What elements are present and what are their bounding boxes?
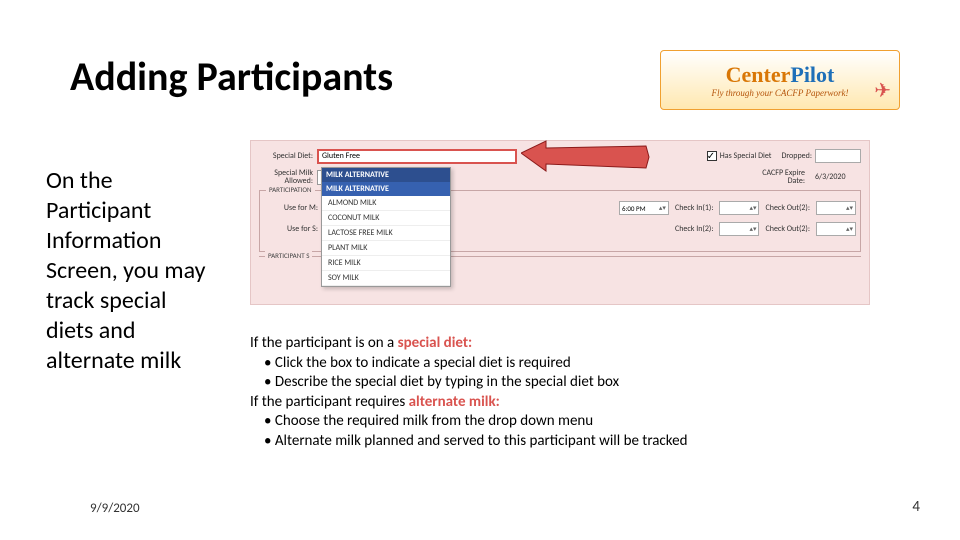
sidebar-description: On the Participant Information Screen, y… — [46, 166, 216, 376]
milk-option[interactable]: LACTOSE FREE MILK — [322, 226, 450, 241]
slide-title: Adding Participants — [70, 52, 393, 101]
caexpire-value: 6/3/2020 — [815, 172, 861, 182]
brand-name: CenterPilot — [726, 62, 835, 88]
checkout2-input[interactable]: ▴▾ — [816, 201, 856, 215]
milk-option[interactable]: PLANT MILK — [322, 241, 450, 256]
explain-line2-bold: alternate milk: — [409, 393, 500, 411]
explain-bullets2: Choose the required milk from the drop d… — [250, 412, 870, 451]
caexpire-label: CACFP Expire Date: — [750, 169, 805, 185]
brand-part2: Pilot — [790, 62, 834, 87]
use-for-s-label: Use for S: — [264, 224, 322, 234]
time-field[interactable]: 6:00 PM ▴▾ — [619, 201, 669, 215]
brand-part1: Center — [726, 62, 791, 87]
brand-logo: CenterPilot Fly through your CACFP Paper… — [660, 50, 900, 110]
explain-line1: If the participant is on a special diet: — [250, 334, 870, 354]
special-milk-label: Special Milk Allowed: — [259, 169, 317, 185]
time-value: 6:00 PM — [622, 204, 646, 213]
explain-line1-bold: special diet: — [398, 334, 473, 352]
milk-option[interactable]: SOY MILK — [322, 271, 450, 286]
explain-line2: If the participant requires alternate mi… — [250, 393, 870, 413]
bullet-item: Choose the required milk from the drop d… — [264, 412, 870, 432]
brand-tagline: Fly through your CACFP Paperwork! — [712, 88, 849, 98]
checkout2-label: Check Out(2): — [765, 203, 810, 213]
checkbox-icon — [707, 151, 717, 161]
bullet-item: Click the box to indicate a special diet… — [264, 354, 870, 374]
checkin2-input[interactable]: ▴▾ — [719, 222, 759, 236]
checkout2b-input[interactable]: ▴▾ — [816, 222, 856, 236]
footer-date: 9/9/2020 — [90, 501, 140, 516]
special-diet-label: Special Diet: — [259, 151, 317, 161]
explain-bullets1: Click the box to indicate a special diet… — [250, 354, 870, 393]
milk-option[interactable]: ALMOND MILK — [322, 196, 450, 211]
milk-dropdown-header: MILK ALTERNATIVE — [322, 168, 450, 182]
checkin2-label: Check In(2): — [675, 224, 714, 234]
dropped-input[interactable] — [815, 149, 861, 163]
checkout2b-label: Check Out(2): — [765, 224, 810, 234]
bullet-item: Describe the special diet by typing in t… — [264, 373, 870, 393]
footer-page-number: 4 — [912, 498, 920, 516]
milk-dropdown[interactable]: MILK ALTERNATIVE MILK ALTERNATIVE ALMOND… — [321, 167, 451, 287]
milk-option[interactable]: COCONUT MILK — [322, 211, 450, 226]
explanation-block: If the participant is on a special diet:… — [250, 334, 870, 451]
plane-icon: ✈ — [874, 78, 891, 103]
dropped-label: Dropped: — [781, 151, 812, 161]
explain-line2-prefix: If the participant requires — [250, 393, 409, 411]
participant-s-section-label: PARTICIPANT S — [265, 251, 312, 260]
has-special-diet-checkbox[interactable]: Has Special Diet — [707, 151, 772, 161]
spinner-icon: ▴▾ — [659, 205, 666, 211]
participation-section-label: PARTICIPATION — [266, 185, 315, 194]
special-diet-input[interactable]: Gluten Free — [317, 149, 517, 164]
checkin1-input[interactable]: ▴▾ — [719, 201, 759, 215]
participant-info-panel: Special Diet: Gluten Free Has Special Di… — [250, 140, 870, 305]
milk-option[interactable]: RICE MILK — [322, 256, 450, 271]
milk-dropdown-selected[interactable]: MILK ALTERNATIVE — [322, 182, 450, 196]
use-for-m-label: Use for M: — [264, 203, 322, 213]
has-special-diet-label: Has Special Diet — [720, 151, 772, 161]
checkin1-label: Check In(1): — [675, 203, 714, 213]
bullet-item: Alternate milk planned and served to thi… — [264, 432, 870, 452]
explain-line1-prefix: If the participant is on a — [250, 334, 398, 352]
